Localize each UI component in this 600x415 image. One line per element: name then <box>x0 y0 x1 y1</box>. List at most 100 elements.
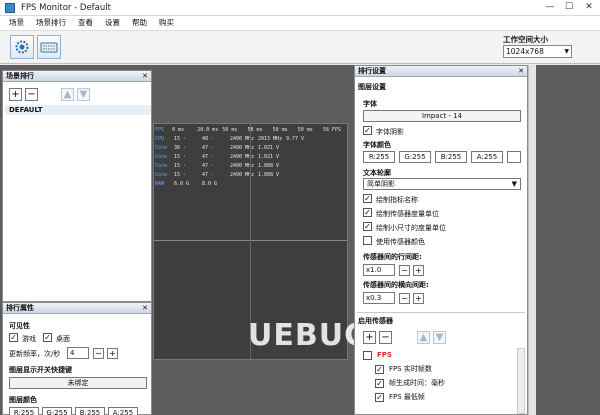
sensor-tree-item[interactable]: FPS 最低帧 <box>389 392 425 403</box>
osd-row: CPU 15 · 48 · 2490 MHz 2013 MHz 9.77 V <box>154 135 348 144</box>
option-checkbox[interactable]: ✓ <box>363 208 372 217</box>
row-spacing-label: 传感器间的行间距: <box>363 253 422 261</box>
osd-value: 50 ms <box>222 127 238 133</box>
row-spacing-input[interactable]: x1.0 <box>363 264 395 276</box>
settings-button[interactable] <box>10 35 34 59</box>
menu-buy[interactable]: 购买 <box>153 16 180 30</box>
osd-value: 2490 MHz <box>230 154 255 160</box>
font-color-b-field[interactable]: B:255 <box>435 151 467 163</box>
sensor-tree-item[interactable]: 帧生成时间：毫秒 <box>389 378 445 389</box>
add-scene-button[interactable]: + <box>9 88 22 101</box>
osd-value: 15 · <box>174 154 187 160</box>
column-spacing-minus-button[interactable]: − <box>399 293 410 304</box>
font-color-swatch[interactable] <box>507 151 521 163</box>
menu-scene-ranking[interactable]: 场景排行 <box>30 16 72 30</box>
font-button[interactable]: Impact - 14 <box>363 110 521 122</box>
move-up-button[interactable]: ▲ <box>61 88 74 101</box>
color-b-field[interactable]: B:255 <box>75 407 105 415</box>
sensor-tree-item[interactable]: FPS 实时帧数 <box>389 364 432 375</box>
sensor-tree-item[interactable]: FPS <box>377 350 392 361</box>
sensor-checkbox[interactable]: ✓ <box>375 365 384 374</box>
close-icon[interactable]: ✕ <box>142 71 148 81</box>
workspace-size-select[interactable]: 1024x768 ▼ <box>503 45 572 58</box>
sensor-down-button[interactable]: ▼ <box>433 331 446 344</box>
osd-value: 50 ms <box>297 127 313 133</box>
layer-settings-panel: 排行设置 ✕ 图层设置 字体 Impact - 14 ✓ 字体阴影 字体颜色 R… <box>354 65 528 415</box>
osd-value: 6.0 G <box>174 181 190 187</box>
add-sensor-button[interactable]: + <box>363 331 376 344</box>
menu-scene[interactable]: 场景 <box>3 16 30 30</box>
sensor-up-button[interactable]: ▲ <box>417 331 430 344</box>
font-color-r-field[interactable]: R:255 <box>363 151 395 163</box>
font-color-g-field[interactable]: G:255 <box>399 151 431 163</box>
sensor-checkbox[interactable]: ✓ <box>375 393 384 402</box>
minimize-button[interactable]: — <box>540 0 560 16</box>
panel-header: 场景排行 ✕ <box>3 71 151 82</box>
remove-sensor-button[interactable]: − <box>379 331 392 344</box>
color-r-field[interactable]: R:255 <box>9 407 39 415</box>
menu-help[interactable]: 帮助 <box>126 16 153 30</box>
color-g-field[interactable]: G:255 <box>42 407 72 415</box>
osd-sensor-name: Core <box>155 145 168 151</box>
font-color-label: 字体颜色 <box>363 141 391 149</box>
hotkey-button[interactable]: 未绑定 <box>9 377 147 389</box>
column-spacing-input[interactable]: x0.3 <box>363 292 395 304</box>
sensor-checkbox[interactable]: ✓ <box>375 379 384 388</box>
font-shadow-checkbox[interactable]: ✓ <box>363 126 372 135</box>
osd-value: 48 · <box>202 136 215 142</box>
close-icon[interactable]: ✕ <box>518 66 524 76</box>
sensor-tree-scrollbar[interactable] <box>517 348 525 414</box>
option-checkbox[interactable] <box>363 236 372 245</box>
osd-value: 9.77 V <box>286 136 305 142</box>
osd-sensor-name: CPU <box>155 136 165 142</box>
osd-row: RAM 6.0 G 8.0 G <box>154 180 348 189</box>
window-title: FPS Monitor - Default <box>21 2 111 13</box>
osd-value: 1.021 V <box>258 145 280 151</box>
osd-sensor-name: FPS <box>155 127 165 133</box>
osd-value: 1.088 V <box>258 172 280 178</box>
font-color-a-field[interactable]: A:255 <box>471 151 503 163</box>
layer-properties-panel: 排行属性 ✕ 可见性 ✓ 游戏 ✓ 桌面 更新频率，次/秒 4 − + 图层显示… <box>2 302 152 415</box>
osd-value: 2490 MHz <box>230 172 255 178</box>
option-checkbox[interactable]: ✓ <box>363 194 372 203</box>
osd-value: 8.0 G <box>202 181 218 187</box>
row-spacing-minus-button[interactable]: − <box>399 265 410 276</box>
menu-view[interactable]: 查看 <box>72 16 99 30</box>
osd-row: Core 36 · 47 · 2490 MHz 1.021 V <box>154 144 348 153</box>
keyboard-button[interactable] <box>37 35 61 59</box>
osd-sensor-name: RAM <box>155 181 165 187</box>
osd-sensor-name: Core <box>155 154 168 160</box>
update-rate-input[interactable]: 4 <box>67 347 89 359</box>
option-checkbox[interactable]: ✓ <box>363 222 372 231</box>
sensor-checkbox[interactable] <box>363 351 372 360</box>
panel-header: 排行设置 ✕ <box>355 66 527 77</box>
hotkey-label: 图层显示开关快捷键 <box>9 366 72 374</box>
text-outline-select[interactable]: 简单阴影 ▼ <box>363 178 521 190</box>
close-icon[interactable]: ✕ <box>142 303 148 313</box>
desktop-checkbox[interactable]: ✓ <box>43 333 52 342</box>
menu-settings[interactable]: 设置 <box>99 16 126 30</box>
visibility-label: 可见性 <box>9 322 30 330</box>
panel-title: 场景排行 <box>6 72 34 80</box>
close-button[interactable]: ✕ <box>579 0 599 16</box>
settings-scrollbar[interactable] <box>528 65 536 415</box>
row-spacing-plus-button[interactable]: + <box>413 265 424 276</box>
move-down-button[interactable]: ▼ <box>77 88 90 101</box>
remove-scene-button[interactable]: − <box>25 88 38 101</box>
workspace-size-value: 1024x768 <box>506 47 544 56</box>
list-item[interactable]: DEFAULT <box>5 105 151 115</box>
divider <box>357 312 525 313</box>
osd-value: 50 ms <box>272 127 288 133</box>
column-spacing-plus-button[interactable]: + <box>413 293 424 304</box>
chevron-down-icon: ▼ <box>564 48 569 55</box>
update-rate-minus-button[interactable]: − <box>93 348 104 359</box>
update-rate-label: 更新频率，次/秒 <box>9 350 61 358</box>
workspace-size-label: 工作空间大小 <box>503 35 548 44</box>
maximize-button[interactable]: ☐ <box>559 0 579 16</box>
game-checkbox[interactable]: ✓ <box>9 333 18 342</box>
osd-value: 15 · <box>174 163 187 169</box>
update-rate-plus-button[interactable]: + <box>107 348 118 359</box>
scene-list-panel: 场景排行 ✕ + − ▲ ▼ DEFAULT <box>2 70 152 302</box>
osd-value: 2490 MHz <box>230 136 255 142</box>
color-a-field[interactable]: A:255 <box>108 407 138 415</box>
